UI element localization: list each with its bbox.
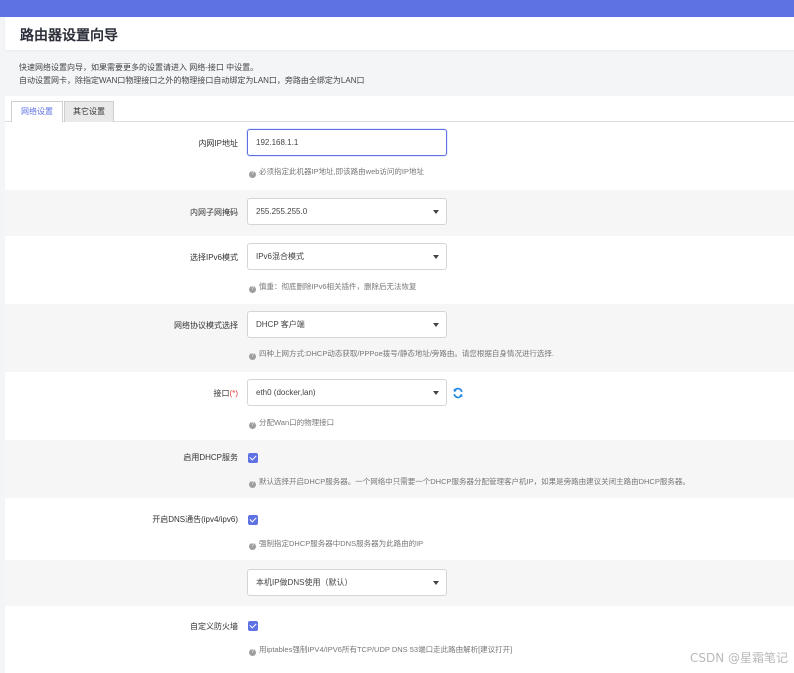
iface-value: eth0 (docker,lan) — [256, 388, 316, 397]
proto-row: 网络协议模式选择 DHCP 客户端 ? 四种上网方式:DHCP动态获取/PPPoe… — [5, 304, 794, 372]
help-icon: ? — [249, 481, 256, 488]
netmask-label: 内网子网掩码 — [190, 208, 238, 217]
chevron-down-icon — [433, 581, 439, 585]
description-line-2: 自动设置网卡，除指定WAN口物理接口之外的物理接口自动绑定为LAN口，旁路由全绑… — [19, 76, 365, 85]
dns-hint: ? 强制指定DHCP服务器中DNS服务器为此路由的IP — [249, 538, 423, 550]
ipv6-select[interactable]: IPv6混合模式 — [247, 243, 447, 270]
iface-row: 接口(*) eth0 (docker,lan) ? 分配Wan口的物理接口 — [5, 372, 794, 440]
firewall-hint: ? 用iptables强制IPV4/IPV6所有TCP/UDP DNS 53端口走… — [249, 644, 512, 656]
lan-ip-input[interactable]: 192.168.1.1 — [247, 129, 447, 156]
iface-label: 接口(*) — [214, 388, 238, 399]
dns-label: 开启DNS通告(ipv4/ipv6) — [152, 515, 238, 524]
dhcp-hint-text: 默认选择开启DHCP服务器。一个网络中只需要一个DHCP服务器分配管理客户机IP… — [259, 477, 690, 486]
ipv6-hint-text: 慎重：彻底删除IPv6相关插件，删除后无法恢复 — [259, 282, 417, 291]
proto-select[interactable]: DHCP 客户端 — [247, 311, 447, 338]
description-line-1: 快速网络设置向导，如果需要更多的设置请进入 网络-接口 中设置。 — [19, 63, 259, 72]
dns-hint-text: 强制指定DHCP服务器中DNS服务器为此路由的IP — [259, 539, 424, 548]
page-title: 路由器设置向导 — [20, 27, 118, 43]
settings-form: 内网IP地址 192.168.1.1 ? 必须指定此机器IP地址,即该路由web访… — [5, 122, 794, 673]
dns-row: 开启DNS通告(ipv4/ipv6) ? 强制指定DHCP服务器中DNS服务器为此… — [5, 498, 794, 560]
dhcp-row: 启用DHCP服务 ? 默认选择开启DHCP服务器。一个网络中只需要一个DHCP服务… — [5, 440, 794, 498]
help-icon: ? — [249, 649, 256, 656]
tab-bar: 网络设置 其它设置 — [5, 96, 794, 122]
proto-hint-text: 四种上网方式:DHCP动态获取/PPPoe拨号/静态地址/旁路由。请您根据自身情… — [259, 349, 555, 358]
chevron-down-icon — [433, 210, 439, 214]
iface-select[interactable]: eth0 (docker,lan) — [247, 379, 447, 406]
firewall-checkbox[interactable] — [248, 621, 258, 631]
iface-label-text: 接口 — [213, 389, 230, 398]
ipv6-hint: ? 慎重：彻底删除IPv6相关插件，删除后无法恢复 — [249, 281, 417, 293]
netmask-row: 内网子网掩码 255.255.255.0 — [5, 190, 794, 236]
netmask-select[interactable]: 255.255.255.0 — [247, 198, 447, 225]
netmask-value: 255.255.255.0 — [256, 207, 308, 216]
tab-other-settings[interactable]: 其它设置 — [64, 101, 114, 122]
required-mark: (*) — [229, 389, 238, 398]
ipv6-label: 选择IPv6模式 — [189, 253, 238, 262]
dhcp-label: 启用DHCP服务 — [183, 453, 238, 462]
firewall-label: 自定义防火墙 — [190, 622, 238, 631]
chevron-down-icon — [433, 323, 439, 327]
firewall-hint-text: 用iptables强制IPV4/IPV6所有TCP/UDP DNS 53端口走此… — [259, 645, 513, 654]
ipv6-row: 选择IPv6模式 IPv6混合模式 ? 慎重：彻底删除IPv6相关插件，删除后无法… — [5, 236, 794, 304]
help-icon: ? — [249, 286, 256, 293]
proto-hint: ? 四种上网方式:DHCP动态获取/PPPoe拨号/静态地址/旁路由。请您根据自身… — [249, 348, 554, 360]
dns-mode-value: 本机IP做DNS使用（默认） — [256, 578, 353, 587]
proto-value: DHCP 客户端 — [256, 320, 305, 329]
help-icon: ? — [249, 543, 256, 550]
lan-ip-hint-text: 必须指定此机器IP地址,即该路由web访问的IP地址 — [259, 167, 425, 176]
lan-ip-row: 内网IP地址 192.168.1.1 ? 必须指定此机器IP地址,即该路由web访… — [5, 122, 794, 190]
proto-label: 网络协议模式选择 — [174, 321, 238, 330]
iface-hint-text: 分配Wan口的物理接口 — [259, 418, 335, 427]
dns-checkbox[interactable] — [248, 515, 258, 525]
dns-mode-select[interactable]: 本机IP做DNS使用（默认） — [247, 569, 447, 596]
help-icon: ? — [249, 422, 256, 429]
chevron-down-icon — [433, 391, 439, 395]
page-header: 路由器设置向导 — [5, 17, 794, 50]
iface-hint: ? 分配Wan口的物理接口 — [249, 417, 334, 429]
lan-ip-label: 内网IP地址 — [198, 139, 238, 148]
chevron-down-icon — [433, 255, 439, 259]
dhcp-hint: ? 默认选择开启DHCP服务器。一个网络中只需要一个DHCP服务器分配管理客户机I… — [249, 476, 690, 488]
help-icon: ? — [249, 171, 256, 178]
refresh-icon[interactable] — [452, 387, 464, 399]
watermark: CSDN @星霜笔记 — [689, 651, 788, 665]
dns-mode-row: 本机IP做DNS使用（默认） — [5, 560, 794, 606]
tab-network-settings[interactable]: 网络设置 — [11, 101, 63, 122]
lan-ip-hint: ? 必须指定此机器IP地址,即该路由web访问的IP地址 — [249, 166, 424, 178]
ipv6-value: IPv6混合模式 — [256, 252, 305, 261]
dhcp-checkbox[interactable] — [248, 453, 258, 463]
help-icon: ? — [249, 353, 256, 360]
top-accent-bar — [0, 0, 794, 17]
firewall-row: 自定义防火墙 ? 用iptables强制IPV4/IPV6所有TCP/UDP DN… — [5, 606, 794, 673]
